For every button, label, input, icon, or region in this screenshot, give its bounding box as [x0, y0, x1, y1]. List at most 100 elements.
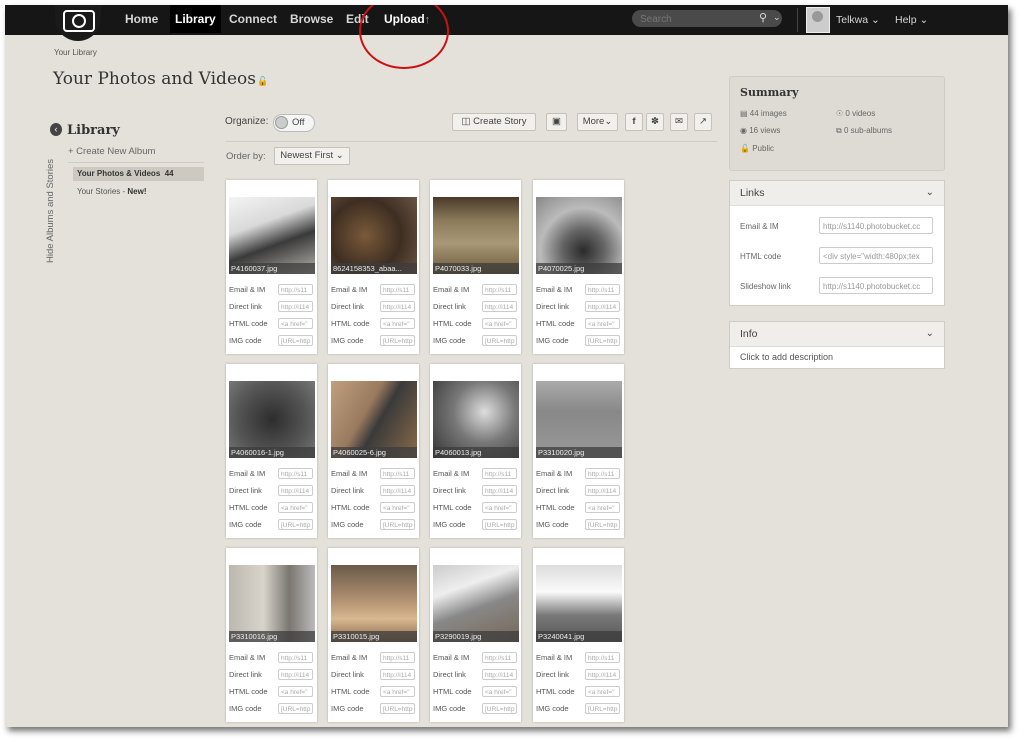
link-field-html[interactable]: <a href=": [278, 686, 313, 697]
photo-thumbnail[interactable]: P3310015.jpg: [331, 565, 417, 642]
link-field-email[interactable]: http://s11: [482, 468, 517, 479]
email-share-button[interactable]: ✉: [670, 113, 688, 131]
nav-connect[interactable]: Connect: [229, 12, 277, 26]
photo-thumbnail[interactable]: P3310016.jpg: [229, 565, 315, 642]
organize-toggle[interactable]: Off: [273, 114, 315, 132]
link-field-img[interactable]: [URL=http: [585, 703, 620, 714]
photo-card[interactable]: P3310016.jpg Email & IM http://s11 Direct l…: [226, 548, 317, 722]
chevron-down-icon[interactable]: ⌄: [773, 12, 781, 23]
photo-thumbnail[interactable]: P3290019.jpg: [433, 565, 519, 642]
link-field-img[interactable]: [URL=http: [482, 703, 517, 714]
nav-browse[interactable]: Browse: [290, 12, 333, 26]
link-field-html[interactable]: <a href=": [585, 318, 620, 329]
link-field-email[interactable]: http://s11: [380, 468, 415, 479]
link-field-html[interactable]: <a href=": [482, 686, 517, 697]
link-field-direct[interactable]: http://i114: [278, 485, 313, 496]
photo-card[interactable]: P4060016-1.jpg Email & IM http://s11 Direct…: [226, 364, 317, 538]
avatar[interactable]: [806, 7, 830, 33]
link-field-html[interactable]: <a href=": [585, 686, 620, 697]
links-slideshow-field[interactable]: http://s1140.photobucket.cc: [819, 277, 933, 294]
link-field-img[interactable]: [URL=http: [380, 335, 415, 346]
photo-thumbnail[interactable]: P4070033.jpg: [433, 197, 519, 274]
link-field-email[interactable]: http://s11: [278, 284, 313, 295]
search-input[interactable]: [638, 11, 752, 27]
twitter-share-button[interactable]: ✽: [646, 113, 664, 131]
hide-albums-tab[interactable]: Hide Albums and Stories: [45, 159, 56, 263]
link-field-direct[interactable]: http://i114: [380, 301, 415, 312]
collapse-left-icon[interactable]: ‹: [50, 123, 62, 136]
photo-card[interactable]: P4060013.jpg Email & IM http://s11 Direct l…: [430, 364, 521, 538]
sidebar-item-photos-videos[interactable]: Your Photos & Videos 44: [73, 167, 204, 181]
link-field-img[interactable]: [URL=http: [585, 335, 620, 346]
photo-thumbnail[interactable]: P3310020.jpg: [536, 381, 622, 458]
photobucket-logo-icon[interactable]: [55, 5, 101, 41]
photo-thumbnail[interactable]: P4060025-6.jpg: [331, 381, 417, 458]
link-field-direct[interactable]: http://i114: [585, 301, 620, 312]
photo-card[interactable]: P4070025.jpg Email & IM http://s11 Direct l…: [533, 180, 624, 354]
photo-card[interactable]: P3240041.jpg Email & IM http://s11 Direct l…: [533, 548, 624, 722]
share-button[interactable]: ↗: [694, 113, 712, 131]
link-field-direct[interactable]: http://i114: [278, 669, 313, 680]
help-menu[interactable]: Help ⌄: [895, 14, 928, 26]
info-header[interactable]: Info ⌄: [730, 322, 944, 347]
link-field-html[interactable]: <a href=": [278, 318, 313, 329]
photo-thumbnail[interactable]: 8624158353_abaa...: [331, 197, 417, 274]
link-field-img[interactable]: [URL=http: [380, 519, 415, 530]
photo-card[interactable]: P3310015.jpg Email & IM http://s11 Direct l…: [328, 548, 419, 722]
link-field-img[interactable]: [URL=http: [482, 519, 517, 530]
link-field-email[interactable]: http://s11: [585, 652, 620, 663]
link-field-email[interactable]: http://s11: [585, 468, 620, 479]
link-field-email[interactable]: http://s11: [278, 652, 313, 663]
link-field-direct[interactable]: http://i114: [482, 301, 517, 312]
link-field-img[interactable]: [URL=http: [380, 703, 415, 714]
search-box[interactable]: ⚲ ⌄: [632, 10, 782, 27]
link-field-direct[interactable]: http://i114: [482, 669, 517, 680]
link-field-img[interactable]: [URL=http: [278, 335, 313, 346]
photo-card[interactable]: 8624158353_abaa... Email & IM http://s11 Di…: [328, 180, 419, 354]
link-field-html[interactable]: <a href=": [482, 502, 517, 513]
order-by-select[interactable]: Newest First ⌄: [274, 147, 350, 165]
link-field-email[interactable]: http://s11: [380, 284, 415, 295]
sidebar-item-stories[interactable]: Your Stories - New!: [77, 187, 147, 196]
photo-thumbnail[interactable]: P4060016-1.jpg: [229, 381, 315, 458]
link-field-email[interactable]: http://s11: [585, 284, 620, 295]
link-field-direct[interactable]: http://i114: [380, 485, 415, 496]
link-field-email[interactable]: http://s11: [482, 284, 517, 295]
more-button[interactable]: More⌄: [577, 113, 618, 131]
link-field-img[interactable]: [URL=http: [278, 703, 313, 714]
user-menu[interactable]: Telkwa ⌄: [836, 14, 880, 26]
create-album-link[interactable]: + Create New Album: [68, 146, 155, 157]
photo-thumbnail[interactable]: P3240041.jpg: [536, 565, 622, 642]
link-field-html[interactable]: <a href=": [380, 686, 415, 697]
nav-home[interactable]: Home: [125, 12, 158, 26]
unlock-icon[interactable]: 🔓: [257, 76, 268, 87]
photo-card[interactable]: P4160037.jpg Email & IM http://s11 Direct l…: [226, 180, 317, 354]
links-header[interactable]: Links ⌄: [730, 181, 944, 206]
link-field-direct[interactable]: http://i114: [585, 669, 620, 680]
breadcrumb[interactable]: Your Library: [54, 48, 97, 57]
link-field-direct[interactable]: http://i114: [278, 301, 313, 312]
link-field-html[interactable]: <a href=": [585, 502, 620, 513]
link-field-direct[interactable]: http://i114: [482, 485, 517, 496]
link-field-email[interactable]: http://s11: [278, 468, 313, 479]
link-field-direct[interactable]: http://i114: [585, 485, 620, 496]
photo-thumbnail[interactable]: P4160037.jpg: [229, 197, 315, 274]
create-story-button[interactable]: ◫ Create Story: [452, 113, 536, 131]
summary-privacy[interactable]: 🔓 Public: [740, 144, 774, 153]
link-field-img[interactable]: [URL=http: [482, 335, 517, 346]
link-field-html[interactable]: <a href=": [278, 502, 313, 513]
link-field-direct[interactable]: http://i114: [380, 669, 415, 680]
info-description[interactable]: Click to add description: [740, 352, 833, 362]
photo-card[interactable]: P3310020.jpg Email & IM http://s11 Direct l…: [533, 364, 624, 538]
facebook-share-button[interactable]: f: [625, 113, 643, 131]
link-field-img[interactable]: [URL=http: [585, 519, 620, 530]
photo-card[interactable]: P4060025-6.jpg Email & IM http://s11 Direct…: [328, 364, 419, 538]
links-html-field[interactable]: <div style="width:480px;tex: [819, 247, 933, 264]
link-field-html[interactable]: <a href=": [482, 318, 517, 329]
photo-card[interactable]: P3290019.jpg Email & IM http://s11 Direct l…: [430, 548, 521, 722]
link-field-html[interactable]: <a href=": [380, 502, 415, 513]
photo-thumbnail[interactable]: P4060013.jpg: [433, 381, 519, 458]
search-icon[interactable]: ⚲: [759, 11, 767, 24]
photo-card[interactable]: P4070033.jpg Email & IM http://s11 Direct l…: [430, 180, 521, 354]
link-field-email[interactable]: http://s11: [482, 652, 517, 663]
